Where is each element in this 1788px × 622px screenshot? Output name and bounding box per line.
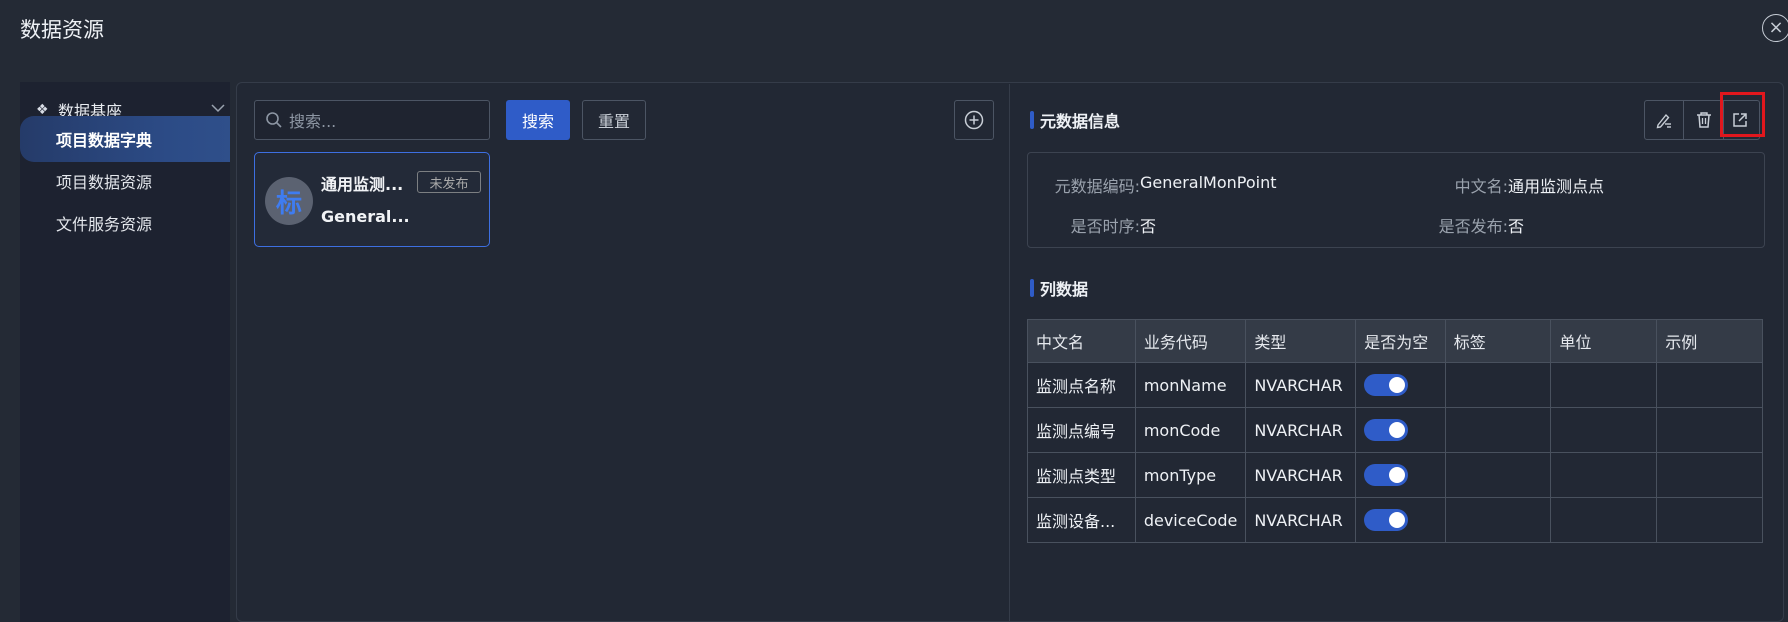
sidebar-item-label: 文件服务资源	[56, 215, 153, 234]
column-header: 类型	[1245, 319, 1357, 363]
delete-button[interactable]	[1684, 100, 1724, 140]
section-accent-bar	[1030, 111, 1034, 129]
column-header: 业务代码	[1134, 319, 1247, 363]
sidebar-item-project-dictionary[interactable]: 项目数据字典	[20, 116, 230, 162]
time-series-value: 否	[1140, 217, 1157, 236]
cell-type: NVARCHAR	[1245, 407, 1357, 453]
plus-circle-icon	[964, 110, 984, 130]
time-series-label: 是否时序:	[1070, 217, 1140, 236]
dictionary-card[interactable]: 标 通用监测... 未发布 General...	[254, 152, 490, 247]
cell-code: monCode	[1134, 407, 1247, 453]
cell-code: deviceCode	[1134, 497, 1247, 543]
column-header: 是否为空	[1355, 319, 1446, 363]
cell-unit	[1550, 497, 1658, 543]
table-row: 监测点编号 monCode NVARCHAR	[1027, 407, 1763, 453]
published-label: 是否发布:	[1438, 217, 1508, 236]
columns-title: 列数据	[1040, 280, 1089, 299]
cell-example	[1656, 452, 1763, 498]
cell-chinese-name: 监测点类型	[1027, 452, 1136, 498]
cell-tag	[1444, 497, 1552, 543]
table-row: 监测点名称 monName NVARCHAR	[1027, 362, 1763, 408]
cell-code: monName	[1134, 362, 1247, 408]
status-badge: 未发布	[417, 171, 481, 193]
columns-section-title: 列数据	[1030, 276, 1088, 300]
search-placeholder: 搜索...	[289, 112, 337, 131]
edit-icon	[1656, 113, 1671, 129]
cell-nullable	[1355, 407, 1446, 453]
cell-example	[1656, 497, 1763, 543]
metadata-code-value: GeneralMonPoint	[1140, 173, 1277, 192]
cell-example	[1656, 362, 1763, 408]
sidebar: ❖ 数据基座 项目数据字典 项目数据资源 文件服务资源	[20, 82, 230, 622]
search-input[interactable]: 搜索...	[254, 100, 490, 140]
nullable-toggle[interactable]	[1364, 464, 1409, 486]
cell-type: NVARCHAR	[1245, 452, 1357, 498]
chinese-name-value: 通用监测点点	[1508, 177, 1605, 196]
cell-chinese-name: 监测点编号	[1027, 407, 1136, 453]
section-accent-bar	[1030, 279, 1034, 297]
column-header: 标签	[1444, 319, 1552, 363]
chinese-name-label: 中文名:	[1454, 177, 1508, 196]
cell-type: NVARCHAR	[1245, 362, 1357, 408]
metadata-code-label: 元数据编码:	[1054, 177, 1140, 196]
metadata-box: 元数据编码: GeneralMonPoint 中文名: 通用监测点点 是否时序:…	[1027, 152, 1765, 248]
add-button[interactable]	[954, 100, 994, 140]
edit-button[interactable]	[1644, 100, 1684, 140]
search-icon	[266, 112, 282, 128]
column-header: 单位	[1550, 319, 1658, 363]
cell-code: monType	[1134, 452, 1247, 498]
table-header-row: 中文名 业务代码 类型 是否为空 标签 单位 示例	[1027, 319, 1763, 363]
cell-type: NVARCHAR	[1245, 497, 1357, 543]
cell-example	[1656, 407, 1763, 453]
sidebar-item-project-resources[interactable]: 项目数据资源	[20, 158, 230, 204]
cell-tag	[1444, 407, 1552, 453]
cell-nullable	[1355, 452, 1446, 498]
chevron-down-icon	[211, 104, 225, 113]
search-button[interactable]: 搜索	[506, 100, 570, 140]
cell-unit	[1550, 407, 1658, 453]
card-title: 通用监测...	[321, 175, 404, 194]
sidebar-item-label: 项目数据字典	[56, 131, 153, 150]
close-icon[interactable]: ×	[1762, 14, 1788, 42]
column-header: 中文名	[1027, 319, 1136, 363]
nullable-toggle[interactable]	[1364, 509, 1409, 531]
metadata-section-title: 元数据信息	[1030, 108, 1120, 132]
avatar: 标	[265, 177, 313, 225]
highlight-box	[1720, 92, 1765, 137]
sidebar-item-file-service[interactable]: 文件服务资源	[20, 200, 230, 246]
panel-divider	[1009, 84, 1010, 622]
cell-unit	[1550, 452, 1658, 498]
nullable-toggle[interactable]	[1364, 419, 1409, 441]
cell-tag	[1444, 362, 1552, 408]
cell-tag	[1444, 452, 1552, 498]
trash-icon	[1696, 112, 1711, 128]
table-row: 监测设备... deviceCode NVARCHAR	[1027, 497, 1763, 543]
cell-chinese-name: 监测点名称	[1027, 362, 1136, 408]
card-code: General...	[321, 207, 410, 226]
table-row: 监测点类型 monType NVARCHAR	[1027, 452, 1763, 498]
sidebar-item-label: 项目数据资源	[56, 173, 153, 192]
nullable-toggle[interactable]	[1364, 374, 1409, 396]
column-header: 示例	[1656, 319, 1763, 363]
columns-table: 中文名 业务代码 类型 是否为空 标签 单位 示例 监测点名称 monName …	[1027, 319, 1763, 543]
cell-nullable	[1355, 362, 1446, 408]
reset-button[interactable]: 重置	[582, 100, 646, 140]
window-title: 数据资源	[20, 18, 104, 42]
published-value: 否	[1508, 217, 1525, 236]
metadata-title: 元数据信息	[1040, 112, 1121, 131]
cell-chinese-name: 监测设备...	[1027, 497, 1136, 543]
cell-unit	[1550, 362, 1658, 408]
cell-nullable	[1355, 497, 1446, 543]
